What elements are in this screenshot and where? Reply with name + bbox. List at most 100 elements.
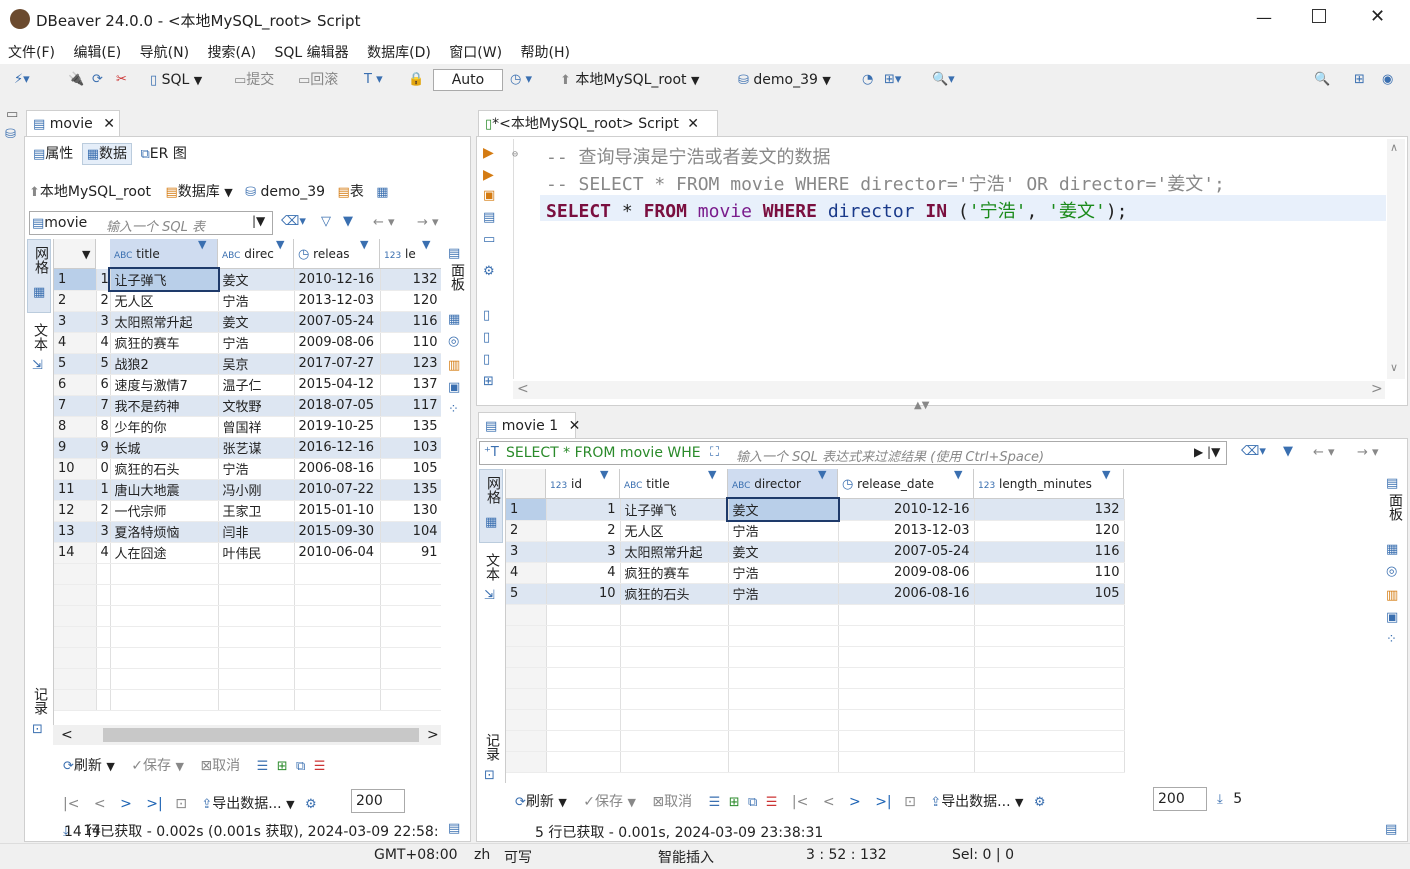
- table-cell[interactable]: 无人区: [620, 520, 729, 542]
- table-cell[interactable]: 2007-05-24: [294, 311, 381, 333]
- result-first-page-icon[interactable]: |<: [792, 794, 808, 810]
- table-cell[interactable]: 3: [54, 311, 97, 333]
- filter-icon[interactable]: ▼: [343, 215, 353, 228]
- outline-icon[interactable]: ⊞: [483, 375, 494, 388]
- result-aggregate-icon[interactable]: ▥: [1386, 589, 1398, 602]
- new-script-icon[interactable]: ▯: [483, 309, 490, 322]
- table-cell[interactable]: 疯狂的赛车: [110, 332, 219, 354]
- table-cell[interactable]: 10: [546, 583, 621, 605]
- invalidate-icon[interactable]: ⟳: [92, 66, 103, 94]
- table-cell[interactable]: 137: [380, 374, 441, 396]
- fold-icon[interactable]: ⊖: [512, 149, 518, 160]
- table-cell[interactable]: 13: [54, 521, 97, 543]
- side-tab-record[interactable]: 记录 ⊡: [27, 683, 51, 743]
- table-cell[interactable]: 91: [380, 542, 441, 564]
- table-cell[interactable]: 1: [546, 499, 621, 521]
- aggregate-icon[interactable]: ▥: [448, 359, 460, 372]
- eraser-icon[interactable]: ⌫▾: [281, 215, 306, 228]
- table-cell[interactable]: 2010-12-16: [294, 269, 381, 291]
- table-cell[interactable]: 宁浩: [218, 290, 295, 312]
- result-column-header-id[interactable]: 123 id ▼: [546, 469, 620, 499]
- table-row[interactable]: 3 3 太阳照常升起 姜文 2007-05-24 116: [506, 541, 1125, 563]
- value-viewer-icon[interactable]: ◎: [448, 335, 459, 348]
- result-fetch-page-icon[interactable]: ⊡: [904, 794, 916, 810]
- global-search-icon[interactable]: 🔍: [1314, 66, 1330, 94]
- table-cell[interactable]: 4: [96, 542, 111, 564]
- table-cell[interactable]: 我不是药神: [110, 395, 219, 417]
- table-cell[interactable]: 一代宗师: [110, 500, 219, 522]
- save-script-icon[interactable]: ▯: [483, 353, 490, 366]
- result-filter-dropdown-icon[interactable]: ▶ |▼: [1194, 445, 1220, 459]
- table-cell[interactable]: 105: [380, 458, 441, 480]
- table-cell[interactable]: 2013-12-03: [294, 290, 381, 312]
- breadcrumb-database[interactable]: ⛁ demo_39: [245, 184, 325, 200]
- table-cell[interactable]: 疯狂的赛车: [620, 562, 729, 584]
- expand-filter-icon[interactable]: ⛶: [710, 446, 719, 459]
- result-row-count-icon[interactable]: ⤓: [1217, 793, 1223, 806]
- table-cell[interactable]: 2007-05-24: [838, 541, 975, 563]
- cancel-button[interactable]: ⊠取消: [200, 758, 240, 774]
- table-row[interactable]: 5 5 战狼2 吴京 2017-07-27 123: [54, 353, 441, 375]
- breadcrumb-database-label[interactable]: ▤数据库 ▼: [166, 184, 233, 200]
- table-cell[interactable]: 8: [54, 416, 97, 438]
- table-cell[interactable]: 2015-09-30: [294, 521, 381, 543]
- execute-script-icon[interactable]: ▶: [483, 167, 494, 183]
- table-cell[interactable]: 闫非: [218, 521, 295, 543]
- table-row[interactable]: 1 1 让子弹飞 姜文 2010-12-16 132: [54, 267, 441, 292]
- back-icon[interactable]: ← ▾: [373, 215, 395, 230]
- table-cell[interactable]: 3: [96, 311, 111, 333]
- table-row[interactable]: 12 2 一代宗师 王家卫 2015-01-10 130: [54, 500, 441, 522]
- result-side-tab-panels[interactable]: 面板: [1385, 493, 1405, 521]
- grid-view-icon[interactable]: ▦: [376, 186, 388, 199]
- rollback-button[interactable]: ▭回滚: [298, 66, 338, 94]
- result-column-header-title[interactable]: ABC title ▼: [620, 469, 728, 499]
- table-cell[interactable]: 人在囧途: [110, 542, 219, 564]
- connect-icon[interactable]: 🔌: [68, 66, 84, 94]
- table-cell[interactable]: 5: [96, 353, 111, 375]
- table-cell[interactable]: 5: [54, 353, 97, 375]
- column-header-release[interactable]: ◷ releas ▼: [294, 239, 380, 269]
- result-add-row-icon[interactable]: ⊞: [729, 796, 740, 809]
- result-column-header-length[interactable]: 123 length_minutes ▼: [974, 469, 1124, 499]
- editor-v-scrollbar[interactable]: ∧ ∨: [1387, 139, 1405, 379]
- table-cell[interactable]: 4: [546, 562, 621, 584]
- result-copy-row-icon[interactable]: ⧉: [748, 796, 757, 809]
- result-fetch-size-gear-icon[interactable]: ⚙: [1034, 796, 1046, 809]
- table-cell[interactable]: 张艺谋: [218, 437, 295, 459]
- table-cell[interactable]: 130: [380, 500, 441, 522]
- table-cell[interactable]: 4: [506, 562, 547, 584]
- table-cell[interactable]: 117: [380, 395, 441, 417]
- table-row[interactable]: 7 7 我不是药神 文牧野 2018-07-05 117: [54, 395, 441, 417]
- table-cell[interactable]: 6: [96, 374, 111, 396]
- execute-statement-icon[interactable]: ▶: [483, 145, 494, 161]
- filter-dropdown-icon[interactable]: |▼: [252, 214, 265, 228]
- breadcrumb-table-label[interactable]: ▤表: [338, 184, 364, 200]
- table-cell[interactable]: 2018-07-05: [294, 395, 381, 417]
- table-cell[interactable]: 8: [96, 416, 111, 438]
- table-cell[interactable]: 116: [974, 541, 1125, 563]
- refresh-button[interactable]: ⟳刷新 ▼: [63, 758, 115, 774]
- table-cell[interactable]: 2009-08-06: [838, 562, 975, 584]
- result-edit-row-icon[interactable]: ☰: [709, 796, 721, 809]
- navigator-icon[interactable]: ⛁: [5, 128, 16, 141]
- table-cell[interactable]: 姜文: [728, 541, 839, 563]
- table-cell[interactable]: 速度与激情7: [110, 374, 219, 396]
- table-cell[interactable]: 3: [546, 541, 621, 563]
- sql-code-area[interactable]: ⊖ -- 查询导演是宁浩或者姜文的数据 -- SELECT * FROM mov…: [512, 139, 1386, 379]
- add-row-icon[interactable]: ⊞: [277, 760, 288, 773]
- fetch-size-input[interactable]: 200: [351, 789, 405, 813]
- result-side-tab-grid[interactable]: 网格 ▦: [479, 469, 503, 543]
- table-cell[interactable]: 夏洛特烦恼: [110, 521, 219, 543]
- breadcrumb-connection[interactable]: ⬆本地MySQL_root: [29, 184, 151, 200]
- table-cell[interactable]: 2010-06-04: [294, 542, 381, 564]
- table-cell[interactable]: 105: [974, 583, 1125, 605]
- table-cell[interactable]: 长城: [110, 437, 219, 459]
- perspective-icon[interactable]: ⊞: [1354, 66, 1365, 94]
- filter-settings-icon[interactable]: ▽: [321, 215, 331, 228]
- result-side-tab-text[interactable]: 文本 ⇲: [479, 549, 503, 609]
- sql-editor-button[interactable]: ▯ SQL ▼: [150, 66, 202, 94]
- result-refresh-button[interactable]: ⟳刷新 ▼: [515, 794, 567, 810]
- table-cell[interactable]: 2: [546, 520, 621, 542]
- table-cell[interactable]: 5: [506, 583, 547, 605]
- scroll-thumb[interactable]: [103, 728, 419, 742]
